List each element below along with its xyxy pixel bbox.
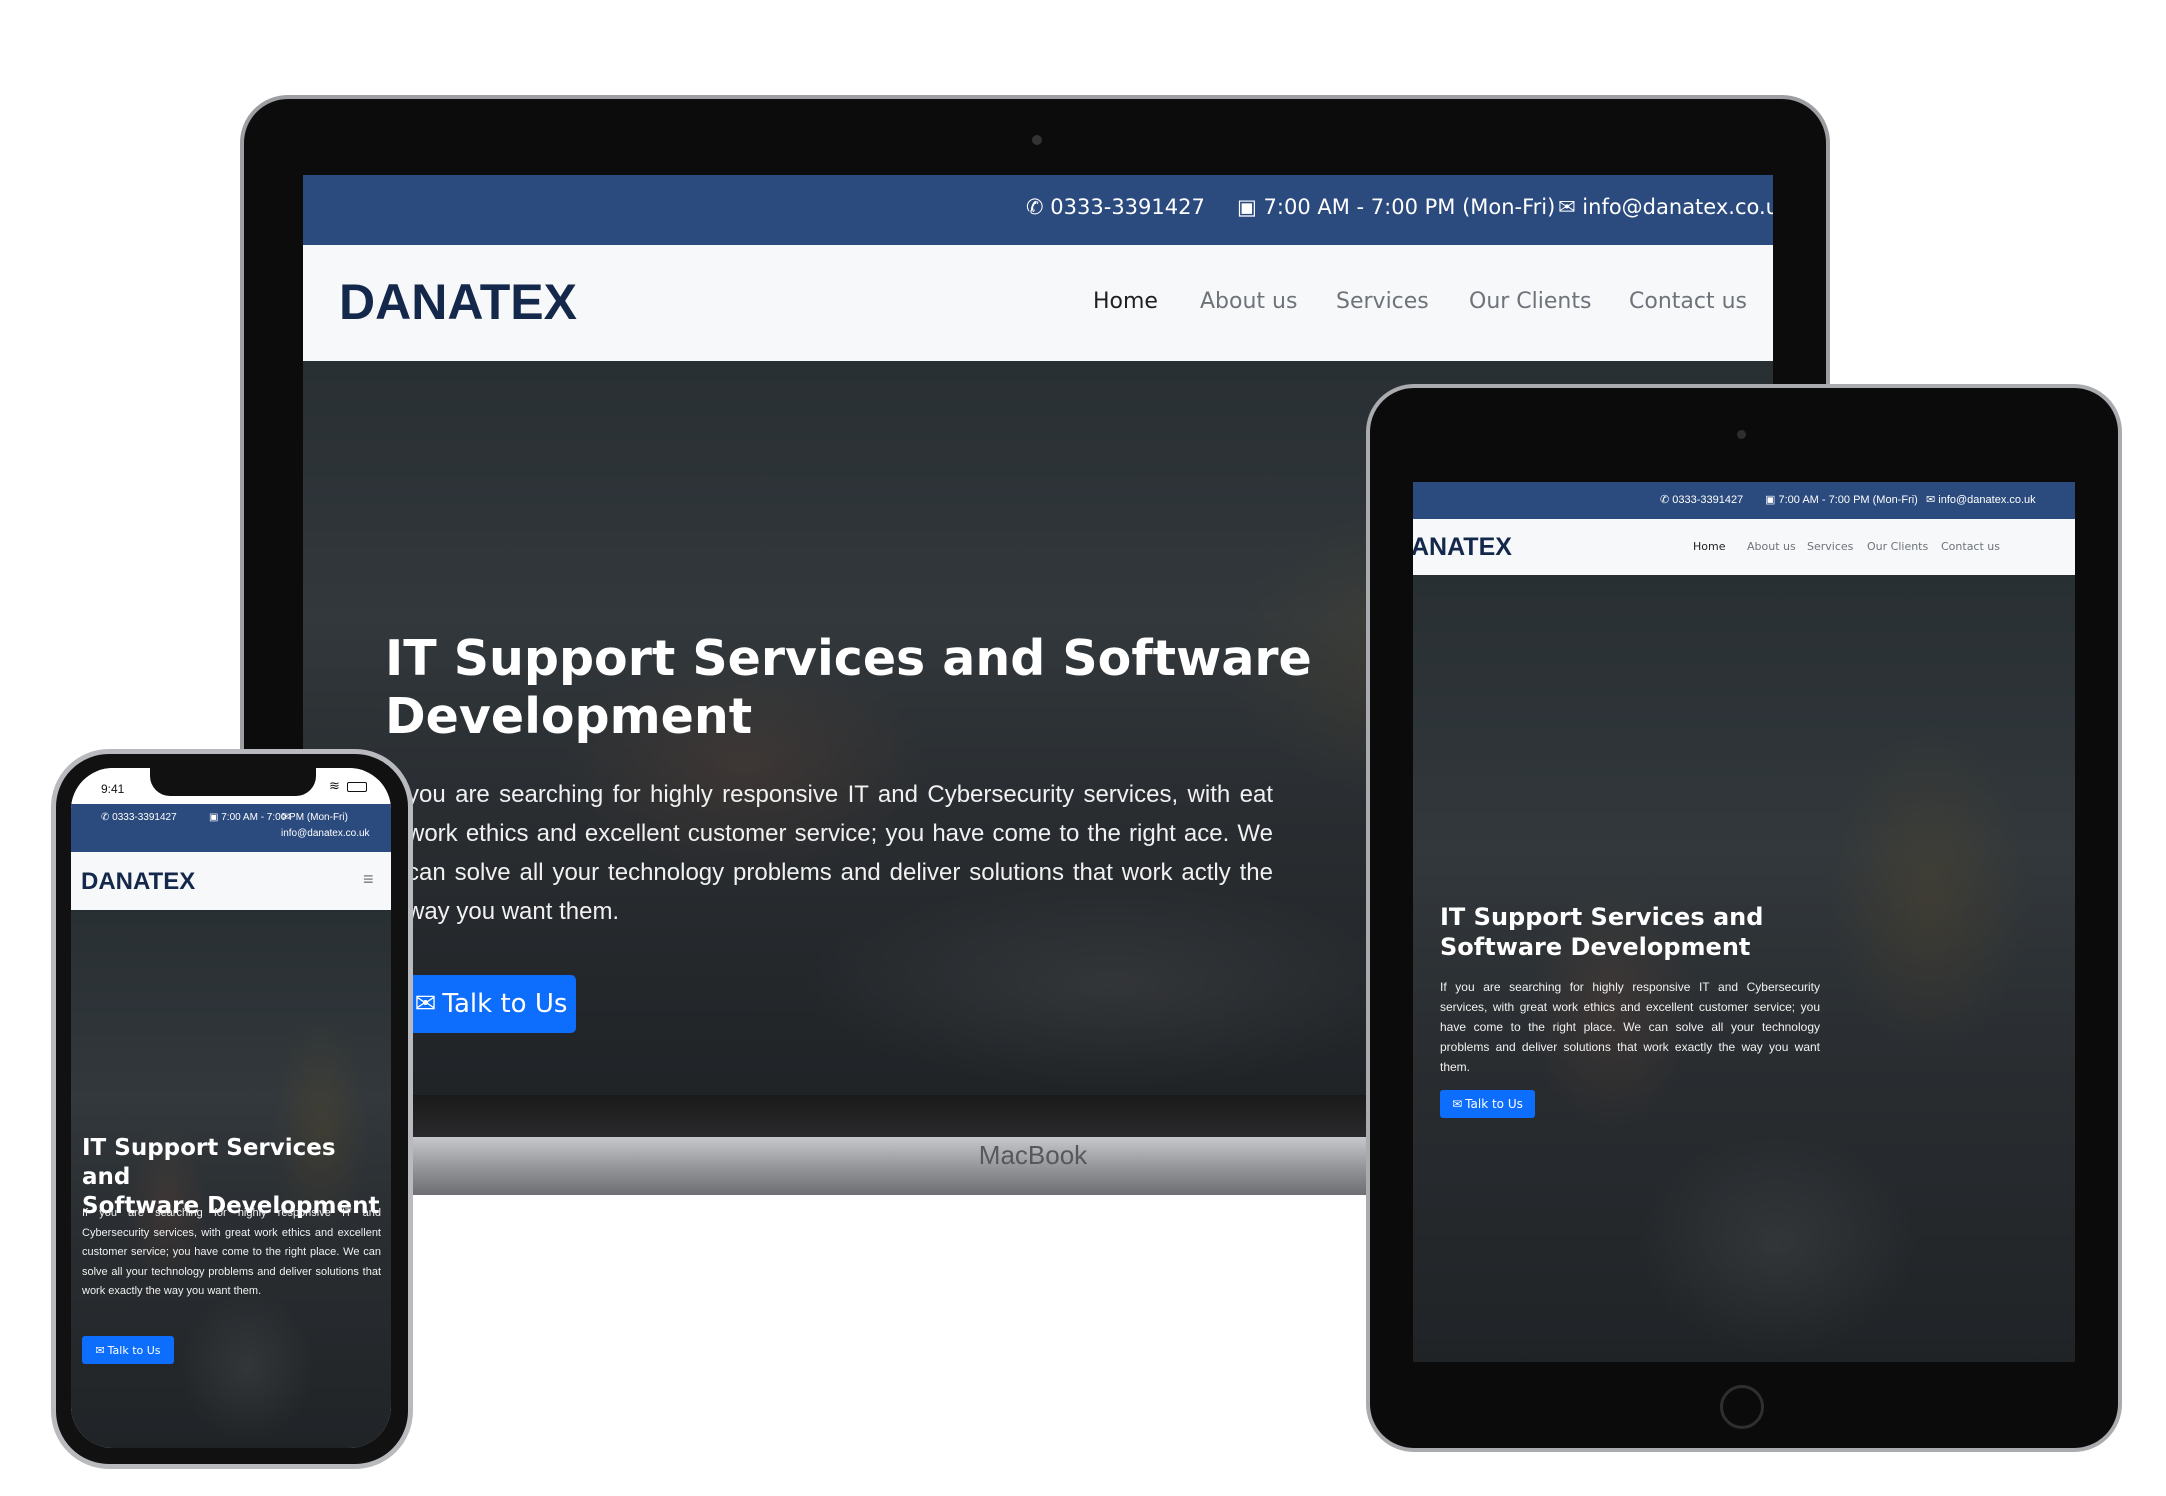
tablet-topbar-phone[interactable]: ✆ 0333-3391427 (1660, 493, 1743, 506)
tablet-nav-about[interactable]: About us (1747, 540, 1796, 553)
phone-hero-paragraph: If you are searching for highly responsi… (82, 1207, 381, 1297)
nav-about[interactable]: About us (1200, 289, 1297, 314)
tablet-nav-contact[interactable]: Contact us (1941, 540, 2000, 553)
tablet-nav-services[interactable]: Services (1807, 540, 1853, 553)
phone-topbar-email[interactable]: info@danatex.co.uk (281, 828, 370, 839)
tablet-hero-paragraph: If you are searching for highly responsi… (1440, 980, 1820, 1074)
phone-notch (150, 768, 316, 796)
tablet-talk-to-us-button[interactable]: ✉ Talk to Us (1440, 1090, 1535, 1118)
talk-to-us-button[interactable]: ✉ Talk to Us (406, 975, 576, 1033)
contact-topbar: ✆ 0333-3391427 ▣ 7:00 AM - 7:00 PM (Mon-… (303, 175, 1773, 245)
wifi-icon: ≋ (329, 778, 340, 793)
phone-navbar: DANATEX ≡ (71, 852, 391, 910)
phone-screen: 9:41 ≋ ✆ 0333-3391427 ▣ 7:00 AM - 7:00 P… (71, 768, 391, 1448)
phone-topbar-hours: ▣ 7:00 AM - 7:00 PM (Mon-Fri) (209, 812, 348, 823)
tablet-hero-title: IT Support Services and Software Develop… (1440, 903, 1764, 961)
tablet-brand-logo[interactable]: ANATEX (1413, 533, 1512, 562)
tablet-nav-clients[interactable]: Our Clients (1867, 540, 1928, 553)
envelope-icon: ✉ (414, 989, 437, 1019)
phone-topbar-email-icon: ✉ (282, 812, 290, 823)
hero-title: IT Support Services and Software Develop… (385, 630, 1312, 745)
hero-paragraph: you are searching for highly responsive … (407, 781, 1273, 925)
envelope-icon: ✉ (1926, 494, 1936, 506)
tablet-camera (1737, 430, 1746, 439)
tablet-topbar-email[interactable]: ✉ info@danatex.co.uk (1926, 493, 2036, 506)
tablet-nav-home[interactable]: Home (1693, 540, 1725, 553)
envelope-icon: ✉ (95, 1343, 105, 1357)
tablet-screen: ✆ 0333-3391427 ▣ 7:00 AM - 7:00 PM (Mon-… (1413, 482, 2075, 1362)
phone-topbar-phone[interactable]: ✆ 0333-3391427 (101, 812, 177, 823)
envelope-icon: ✉ (1452, 1097, 1463, 1111)
topbar-phone[interactable]: ✆ 0333-3391427 (1026, 195, 1205, 219)
brand-logo[interactable]: DANATEX (339, 273, 577, 331)
phone-icon: ✆ (1026, 195, 1044, 219)
calendar-icon: ▣ (209, 812, 219, 823)
nav-contact[interactable]: Contact us (1629, 289, 1747, 314)
phone-brand-logo[interactable]: DANATEX (81, 868, 195, 896)
phone-talk-to-us-button[interactable]: ✉ Talk to Us (82, 1336, 174, 1364)
topbar-email[interactable]: ✉ info@danatex.co.uk (1558, 195, 1773, 219)
laptop-camera (1032, 135, 1042, 145)
battery-icon (347, 782, 367, 792)
tablet-contact-topbar: ✆ 0333-3391427 ▣ 7:00 AM - 7:00 PM (Mon-… (1413, 482, 2075, 519)
status-time: 9:41 (101, 782, 125, 796)
calendar-icon: ▣ (1237, 195, 1257, 219)
envelope-icon: ✉ (1558, 195, 1576, 219)
phone-icon: ✆ (101, 812, 110, 823)
phone-icon: ✆ (1660, 494, 1670, 506)
nav-services[interactable]: Services (1336, 289, 1429, 314)
navbar: DANATEX Home About us Services Our Clien… (303, 245, 1773, 361)
phone-contact-topbar: ✆ 0333-3391427 ▣ 7:00 AM - 7:00 PM (Mon-… (71, 804, 391, 852)
tablet-navbar: ANATEX Home About us Services Our Client… (1413, 519, 2075, 575)
menu-icon[interactable]: ≡ (363, 869, 374, 890)
nav-home[interactable]: Home (1093, 289, 1158, 314)
topbar-hours: ▣ 7:00 AM - 7:00 PM (Mon-Fri) (1237, 195, 1556, 219)
nav-clients[interactable]: Our Clients (1469, 289, 1591, 314)
envelope-icon: ✉ (282, 812, 291, 823)
tablet-hero-overlay (1413, 575, 2075, 1362)
calendar-icon: ▣ (1765, 494, 1776, 506)
tablet-home-button[interactable] (1720, 1385, 1764, 1429)
tablet-topbar-hours: ▣ 7:00 AM - 7:00 PM (Mon-Fri) (1765, 494, 1918, 506)
